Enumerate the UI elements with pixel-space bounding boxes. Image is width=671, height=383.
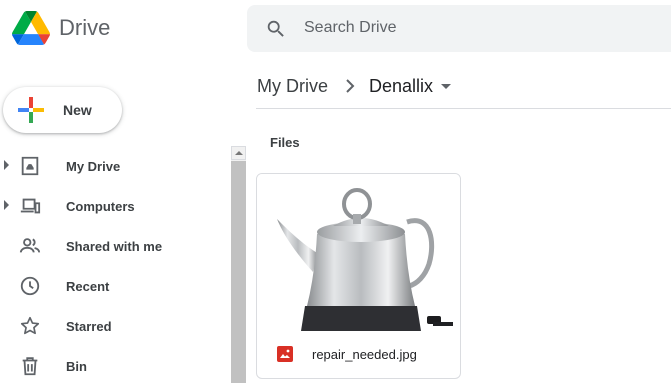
sidebar-item-label: Recent: [66, 279, 110, 294]
sidebar-scrollbar[interactable]: [231, 146, 246, 383]
star-icon: [20, 316, 40, 335]
scroll-up-arrow-icon[interactable]: [231, 146, 246, 160]
app-title: Drive: [59, 15, 111, 40]
file-thumbnail: [257, 174, 460, 331]
search-icon[interactable]: [265, 18, 287, 40]
search-input[interactable]: Search Drive: [304, 19, 396, 37]
image-file-icon: [277, 346, 293, 362]
expand-arrow-icon[interactable]: [4, 200, 9, 210]
computers-icon: [20, 198, 41, 214]
section-title-files: Files: [270, 135, 300, 150]
shared-icon: [19, 238, 41, 253]
file-card[interactable]: repair_needed.jpg: [256, 173, 461, 379]
file-name: repair_needed.jpg: [312, 347, 417, 362]
new-button-label: New: [63, 102, 92, 118]
google-drive-logo-icon[interactable]: [12, 11, 50, 45]
sidebar-item-shared-with-me[interactable]: Shared with me: [0, 226, 228, 266]
sidebar-item-computers[interactable]: Computers: [0, 186, 228, 226]
sidebar-item-label: Bin: [66, 359, 87, 374]
trash-icon: [22, 357, 38, 376]
breadcrumb-current-folder[interactable]: Denallix: [369, 76, 433, 97]
sidebar-item-label: Computers: [66, 199, 135, 214]
scrollbar-thumb[interactable]: [231, 161, 246, 383]
expand-arrow-icon[interactable]: [4, 160, 9, 170]
sidebar-item-label: My Drive: [66, 159, 121, 174]
my-drive-icon: [21, 156, 39, 176]
new-button[interactable]: New: [3, 87, 122, 133]
breadcrumb-divider: [256, 108, 671, 109]
sidebar-item-starred[interactable]: Starred: [0, 306, 228, 346]
chevron-down-icon[interactable]: [441, 84, 451, 89]
sidebar-item-label: Starred: [66, 319, 112, 334]
kettle-thumbnail-image: [277, 188, 453, 331]
chevron-right-icon: [346, 79, 355, 93]
sidebar-item-my-drive[interactable]: My Drive: [0, 146, 228, 186]
multicolor-plus-icon: [18, 97, 44, 123]
clock-icon: [20, 276, 40, 296]
sidebar-item-recent[interactable]: Recent: [0, 266, 228, 306]
search-bar[interactable]: Search Drive: [247, 5, 671, 52]
sidebar-item-label: Shared with me: [66, 239, 163, 254]
sidebar-item-bin[interactable]: Bin: [0, 346, 228, 383]
breadcrumb-my-drive[interactable]: My Drive: [257, 76, 328, 97]
